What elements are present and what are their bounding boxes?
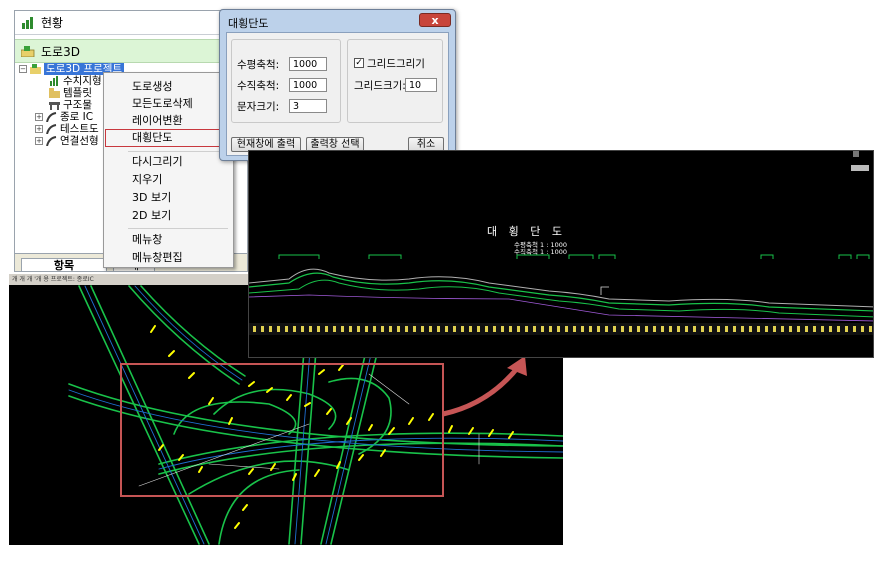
tree-item-label: 연결선형 bbox=[60, 135, 99, 147]
tree-item-label: 템플릿 bbox=[63, 87, 92, 99]
h-scale-label: 수평축척: bbox=[237, 59, 280, 71]
grid-size-input[interactable]: 10 bbox=[405, 78, 437, 92]
tab-items[interactable]: 항목 bbox=[21, 258, 107, 271]
tree-item-connector[interactable]: + 연결선형 bbox=[35, 135, 99, 147]
structure-icon bbox=[49, 102, 60, 110]
h-scale-input[interactable]: 1000 bbox=[289, 57, 327, 71]
road-curve-icon bbox=[46, 136, 57, 146]
status-chart-icon bbox=[22, 16, 33, 29]
menu-item-layer-convert[interactable]: 레이어변환 bbox=[132, 114, 183, 128]
tree-item-template[interactable]: 템플릿 bbox=[49, 87, 92, 99]
tree-item-label: 구조물 bbox=[63, 99, 92, 111]
dialog-title: 대횡단도 bbox=[228, 17, 269, 30]
menu-item-create-road[interactable]: 도로생성 bbox=[132, 80, 172, 94]
cross-section-output-view[interactable]: 대 횡 단 도 수평축척 1 : 1000 수직축척 1 : 1000 bbox=[248, 150, 874, 358]
tree-item-jongro-ic[interactable]: + 종로 IC bbox=[35, 111, 93, 123]
menu-item-delete-all-roads[interactable]: 모든도로삭제 bbox=[132, 97, 193, 111]
road3d-icon bbox=[21, 46, 35, 57]
menu-item-redraw[interactable]: 다시그리기 bbox=[132, 155, 183, 169]
template-icon bbox=[49, 88, 60, 98]
menu-item-menu-edit[interactable]: 메뉴창편집 bbox=[132, 251, 183, 265]
status-header[interactable]: 현황 bbox=[15, 11, 247, 35]
status-header-label: 현황 bbox=[41, 16, 64, 30]
v-scale-input[interactable]: 1000 bbox=[289, 78, 327, 92]
menu-item-clear[interactable]: 지우기 bbox=[132, 173, 162, 187]
tree-item-label: 테스트도 bbox=[60, 123, 99, 135]
menu-separator bbox=[128, 151, 228, 152]
folder-project-icon bbox=[30, 64, 41, 74]
tree-item-label: 수치지형 bbox=[63, 75, 102, 87]
menu-separator bbox=[128, 228, 228, 229]
cross-section-dialog: 대횡단도 x 수평축척: 1000 수직축척: 1000 문자크기: 3 ✓ 그… bbox=[219, 9, 456, 161]
dialog-body: 수평축척: 1000 수직축척: 1000 문자크기: 3 ✓ 그리드그리기 그… bbox=[226, 32, 449, 156]
tree-item-test-road[interactable]: + 테스트도 bbox=[35, 123, 99, 135]
grid-draw-checkbox[interactable]: ✓ bbox=[354, 58, 364, 68]
expand-icon[interactable]: + bbox=[35, 125, 43, 133]
context-menu: 도로생성 모든도로삭제 레이어변환 대횡단도 다시그리기 지우기 3D 보기 2… bbox=[103, 72, 234, 268]
cross-section-drawing bbox=[249, 254, 873, 335]
menu-item-menu-window[interactable]: 메뉴창 bbox=[132, 233, 162, 247]
text-size-label: 문자크기: bbox=[237, 101, 280, 113]
project-header[interactable]: 도로3D bbox=[15, 39, 247, 63]
dialog-close-button[interactable]: x bbox=[419, 13, 451, 27]
tree-item-label: 종로 IC bbox=[60, 111, 94, 123]
project-header-label: 도로3D bbox=[41, 44, 80, 59]
grid-size-label: 그리드크기: bbox=[354, 80, 406, 92]
text-size-input[interactable]: 3 bbox=[289, 99, 327, 113]
tree-item-structure[interactable]: 구조물 bbox=[49, 99, 92, 111]
expand-icon[interactable]: + bbox=[35, 113, 43, 121]
menu-item-3d-view[interactable]: 3D 보기 bbox=[132, 191, 171, 205]
expand-icon[interactable]: + bbox=[35, 137, 43, 145]
road-curve-icon bbox=[46, 124, 57, 134]
v-scale-label: 수직축척: bbox=[237, 80, 280, 92]
road-curve-icon bbox=[46, 112, 57, 122]
tree-item-terrain[interactable]: 수치지형 bbox=[49, 75, 102, 87]
grid-draw-label: 그리드그리기 bbox=[367, 58, 425, 70]
collapse-icon[interactable]: − bbox=[19, 65, 27, 73]
menu-item-cross-section[interactable]: 대횡단도 bbox=[132, 131, 172, 145]
menu-item-2d-view[interactable]: 2D 보기 bbox=[132, 209, 171, 223]
terrain-icon bbox=[50, 76, 58, 86]
pointer-arrow-icon bbox=[442, 364, 521, 417]
